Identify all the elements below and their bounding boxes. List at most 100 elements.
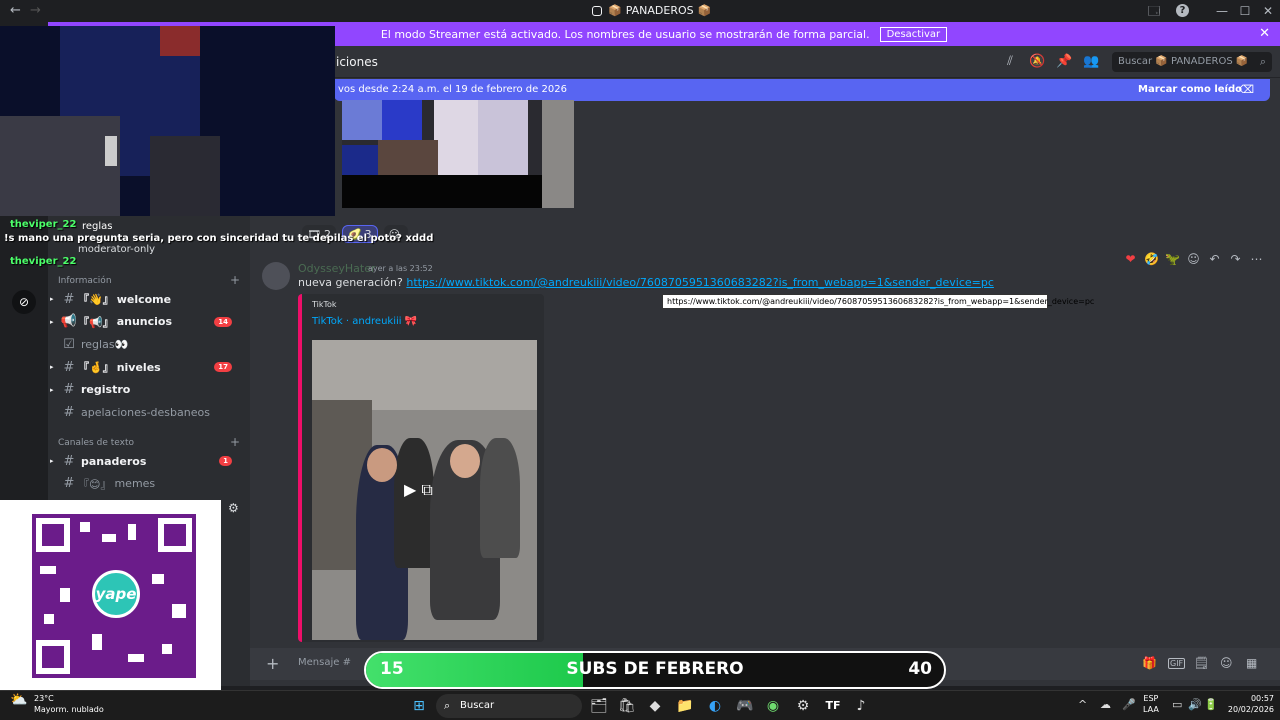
discord-icon — [592, 5, 602, 16]
forward-icon[interactable]: ↷ — [1227, 252, 1244, 266]
channel-type-icon: # — [63, 291, 75, 307]
input-language[interactable]: ESP LAA — [1143, 693, 1159, 715]
settings-app-icon[interactable]: ⚙ — [792, 695, 814, 717]
forward-icon[interactable]: → — [30, 3, 41, 18]
threads-icon[interactable]: ⫽ — [1002, 54, 1018, 70]
sticker-icon[interactable]: 🗒 — [1194, 656, 1209, 670]
windows-taskbar: ⛅ 23°C Mayorm. nublado ⊞ ⌕ Buscar 🗂 🛍 ◆ … — [0, 690, 1280, 720]
channel-item[interactable]: ▸ # panaderos 1 — [50, 451, 242, 471]
copilot-icon[interactable]: ◆ — [644, 695, 666, 717]
search-input[interactable]: Buscar 📦 PANADEROS 📦 ⌕ — [1112, 52, 1272, 72]
task-view-icon[interactable]: 🗂 — [588, 695, 610, 717]
start-icon[interactable]: ⊞ — [408, 695, 430, 717]
channel-item[interactable]: # 『😊』 memes — [50, 474, 242, 494]
window-titlebar: ← → 📦 PANADEROS 📦 🗔 ? — ☐ ✕ — [0, 0, 1280, 22]
gif-icon[interactable]: GIF — [1168, 658, 1186, 669]
network-icon[interactable]: ▭ — [1172, 698, 1182, 711]
unread-indicator-icon: ▸ — [50, 457, 54, 465]
discord-app-icon[interactable]: 🎮 — [734, 695, 756, 717]
microphone-icon[interactable]: 🎤 — [1122, 698, 1136, 711]
channel-label: memes — [114, 477, 156, 491]
channel-item[interactable]: ☑ reglas👀 — [50, 334, 242, 354]
clock[interactable]: 00:57 20/02/2026 — [1228, 693, 1274, 715]
add-channel-icon[interactable]: + — [230, 273, 240, 287]
clock-date: 20/02/2026 — [1227, 705, 1274, 714]
apps-icon[interactable]: ▦ — [1246, 656, 1257, 670]
reply-icon[interactable]: ↶ — [1206, 252, 1223, 266]
laugh-reaction-icon[interactable]: 🤣 — [1143, 252, 1160, 266]
file-explorer-icon[interactable]: 📁 — [674, 695, 696, 717]
attach-plus-icon[interactable]: + — [266, 654, 279, 673]
partial-channel-reglas[interactable]: reglas — [82, 221, 113, 232]
close-icon[interactable]: ✕ — [1259, 26, 1270, 41]
pin-icon[interactable]: 📌 — [1056, 54, 1072, 70]
channel-type-icon: 📢 — [60, 314, 78, 330]
unread-indicator-icon: ▸ — [50, 295, 54, 303]
embed-title[interactable]: TikTok · andreukiii 🎀 — [312, 316, 417, 327]
weather-widget[interactable]: ⛅ 23°C Mayorm. nublado — [10, 693, 104, 715]
maximize-button[interactable]: ☐ — [1237, 3, 1253, 19]
close-window-button[interactable]: ✕ — [1260, 3, 1276, 19]
search-icon: ⌕ — [444, 699, 451, 712]
channel-item[interactable]: # apelaciones-desbaneos — [50, 403, 242, 423]
play-icon[interactable]: ▶ ⧉ — [404, 480, 433, 500]
channel-prefix: 『👋』 — [78, 293, 114, 306]
message-content: nueva generación? https://www.tiktok.com… — [298, 276, 994, 289]
mark-as-read-button[interactable]: Marcar como leído — [1138, 84, 1242, 95]
channel-type-icon: # — [63, 359, 75, 375]
unread-indicator-icon: ▸ — [50, 385, 54, 394]
unread-indicator-icon: ▸ — [50, 317, 54, 326]
deactivate-streamer-button[interactable]: Desactivar — [879, 26, 948, 42]
category-text-channels[interactable]: Canales de texto — [58, 438, 134, 448]
onedrive-icon[interactable]: ☁ — [1100, 698, 1111, 711]
mute-icon[interactable]: 🔕 — [1029, 54, 1045, 70]
tray-chevron-icon[interactable]: ^ — [1078, 698, 1087, 711]
webcam-overlay — [0, 26, 335, 216]
channel-item[interactable]: ▸ # registro — [50, 380, 242, 400]
new-messages-bar[interactable]: vos desde 2:24 a.m. el 19 de febrero de … — [334, 79, 1270, 101]
unread-badge: 17 — [214, 362, 232, 373]
battery-icon[interactable]: 🔋 — [1204, 698, 1218, 711]
attached-image[interactable] — [342, 100, 574, 208]
more-icon[interactable]: ⋯ — [1248, 252, 1265, 266]
message-author[interactable]: OdysseyHater — [298, 262, 376, 275]
avatar[interactable] — [262, 262, 290, 290]
add-reaction-icon[interactable]: ☺ — [1185, 252, 1202, 266]
tiktok-app-icon[interactable]: ♪ — [850, 695, 872, 717]
tf-app-icon[interactable]: TF — [822, 695, 844, 717]
unread-badge: 14 — [214, 316, 232, 327]
add-text-channel-icon[interactable]: + — [230, 435, 240, 449]
channel-label: registro — [81, 383, 131, 397]
inbox-icon[interactable]: 🗔 — [1146, 3, 1162, 19]
message-link[interactable]: https://www.tiktok.com/@andreukiii/video… — [406, 276, 994, 289]
embed-provider[interactable]: TikTok — [312, 300, 337, 309]
heart-reaction-icon[interactable]: ❤ — [1122, 252, 1139, 266]
sub-goal-title: SUBS DE FEBRERO — [566, 659, 744, 679]
title-text: PANADEROS — [625, 4, 694, 17]
channel-item[interactable]: ▸ # 『👋』 welcome — [50, 289, 242, 309]
app-icon[interactable]: ◉ — [762, 695, 784, 717]
category-info[interactable]: Información — [58, 276, 112, 286]
help-icon[interactable]: ? — [1176, 4, 1189, 17]
title-emoji-right: 📦 — [697, 4, 712, 17]
store-icon[interactable]: 🛍 — [616, 695, 638, 717]
channel-item[interactable]: ▸ # 『🤞』 niveles 17 — [50, 357, 242, 377]
emoji-icon[interactable]: ☺ — [1220, 656, 1233, 670]
minimize-button[interactable]: — — [1214, 3, 1230, 19]
dino-reaction-icon[interactable]: 🦖 — [1164, 252, 1181, 266]
channel-item[interactable]: ▸ 📢 『📢』 anuncios 14 — [50, 312, 242, 332]
server-icon[interactable]: ⊘ — [12, 290, 36, 314]
embed-video-thumbnail[interactable]: ▶ ⧉ — [312, 340, 537, 640]
volume-icon[interactable]: 🔊 — [1188, 698, 1202, 711]
taskbar-search[interactable]: ⌕ Buscar — [436, 694, 582, 718]
members-icon[interactable]: 👥 — [1083, 54, 1099, 70]
back-icon[interactable]: ← — [10, 3, 21, 18]
channel-prefix: 『🤞』 — [78, 361, 114, 375]
chat-username: theviper_22 — [10, 219, 77, 230]
gift-icon[interactable]: 🎁 — [1142, 656, 1157, 670]
channel-label: reglas👀 — [81, 337, 129, 351]
channel-type-icon: # — [63, 453, 75, 469]
partial-channel-moderator[interactable]: moderator-only — [78, 244, 155, 255]
edge-icon[interactable]: ◐ — [704, 695, 726, 717]
settings-gear-icon[interactable]: ⚙ — [228, 501, 239, 515]
